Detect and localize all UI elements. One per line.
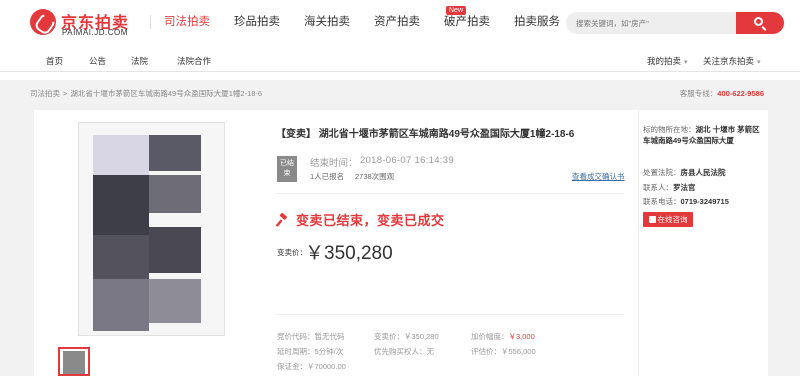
sale-price-detail-label: 变卖价：: [374, 332, 404, 341]
subnav-court-cooperation[interactable]: 法院合作: [177, 50, 211, 72]
follow-label: 关注京东拍卖: [703, 56, 755, 66]
property-photo-main[interactable]: [78, 122, 225, 336]
ended-badge-line2: 束: [283, 170, 291, 177]
nav-auction-service[interactable]: 拍卖服务: [502, 0, 572, 44]
appraisal-price-label: 评估价：: [471, 347, 501, 356]
extension-period-value: 5分钟/次: [314, 347, 344, 356]
nav-customs-auction[interactable]: 海关拍卖: [292, 0, 362, 44]
search-button[interactable]: [736, 12, 784, 34]
bid-code-label: 竞价代码：: [277, 332, 315, 341]
subnav-notice[interactable]: 公告: [89, 50, 106, 72]
breadcrumb-separator: >: [63, 89, 68, 98]
hotline-label: 客服专线：: [679, 89, 718, 98]
main-nav: 司法拍卖 珍品拍卖 海关拍卖 资产拍卖 破产拍卖 New 拍卖服务: [152, 0, 572, 44]
sale-price: ￥350,280: [305, 243, 393, 264]
ended-badge: 已结 束: [277, 156, 297, 182]
appraisal-price-value: ￥556,000: [501, 347, 536, 356]
nav-asset-auction[interactable]: 资产拍卖: [362, 0, 432, 44]
photo-tile: [149, 279, 201, 323]
nav-judicial-auction[interactable]: 司法拍卖: [152, 0, 222, 44]
priority-buyer-value: 无: [426, 347, 435, 356]
top-bar: 京东拍卖 PAIMAI.JD.COM 司法拍卖 珍品拍卖 海关拍卖 资产拍卖 破…: [0, 0, 800, 44]
service-hotline: 客服专线：400-622-9586: [680, 88, 764, 99]
bid-increment-label: 加价幅度：: [471, 332, 509, 341]
sale-price-label: 变卖价：: [277, 248, 307, 257]
sale-price-detail-value: ￥350,280: [404, 332, 439, 341]
thumbnail-image: [63, 351, 85, 374]
photo-tile: [149, 135, 201, 171]
location-label: 标的物所在地：: [643, 125, 696, 134]
court-name[interactable]: 房县人民法院: [681, 168, 726, 177]
nav-bankruptcy-auction[interactable]: 破产拍卖 New: [432, 0, 502, 44]
jd-logo-icon: [30, 9, 56, 35]
bid-increment-value: ￥3,000: [508, 332, 535, 341]
priority-buyer: 优先购买权人：无: [374, 346, 434, 357]
contact-person: 联系人：罗法官: [643, 182, 696, 193]
online-consult-label: 在线咨询: [657, 215, 688, 224]
appraisal-price: 评估价：￥556,000: [471, 346, 536, 357]
follow-jd-auction-menu[interactable]: 关注京东拍卖 ▾: [703, 50, 761, 74]
chevron-down-icon: ▾: [757, 59, 761, 66]
my-auction-menu[interactable]: 我的拍卖 ▾: [647, 50, 688, 74]
breadcrumb-item[interactable]: 司法拍卖: [30, 89, 60, 98]
bid-code-value: 暂无代码: [314, 332, 345, 341]
nav-divider: [150, 15, 151, 29]
court: 处置法院：房县人民法院: [643, 167, 726, 178]
court-label: 处置法院：: [643, 168, 681, 177]
my-auction-label: 我的拍卖: [647, 56, 682, 66]
divider: [276, 193, 624, 194]
deposit-label: 保证金：: [277, 362, 307, 371]
logo-domain: PAIMAI.JD.COM: [62, 28, 128, 37]
transaction-confirmation-link[interactable]: 查看成交确认书: [572, 171, 625, 182]
chevron-down-icon: ▾: [684, 59, 688, 66]
new-badge: New: [446, 6, 467, 15]
breadcrumb: 司法拍卖 > 湖北省十堰市茅箭区车城南路49号众盈国际大厦1幢2-18-6: [30, 88, 262, 99]
search-input[interactable]: [576, 12, 726, 34]
logo[interactable]: 京东拍卖 PAIMAI.JD.COM: [30, 7, 140, 39]
divider: [276, 314, 624, 315]
deposit: 保证金：￥70000.00: [277, 361, 346, 372]
location: 标的物所在地：湖北 十堰市 茅箭区 车城南路49号众盈国际大厦: [643, 124, 767, 146]
hotline-number: 400-622-9586: [717, 89, 764, 98]
listing-title: 【变卖】 湖北省十堰市茅箭区车城南路49号众盈国际大厦1幢2-18-6: [276, 129, 575, 140]
sub-nav: 首页 公告 法院 法院合作 我的拍卖 ▾ 关注京东拍卖 ▾: [0, 50, 800, 72]
contact-name: 罗法官: [673, 183, 696, 192]
photo-tile: [93, 279, 149, 331]
phone-label: 联系电话：: [643, 197, 681, 206]
chat-icon: [648, 216, 656, 223]
contact-phone: 联系电话：0719-3249715: [643, 196, 729, 207]
deposit-value: ￥70000.00: [307, 362, 346, 371]
photo-tile: [149, 227, 201, 273]
auction-status: 变卖已结束，变卖已成交: [296, 213, 445, 228]
subnav-court[interactable]: 法院: [131, 50, 148, 72]
extension-period-label: 延时周期：: [277, 347, 315, 356]
contact-label: 联系人：: [643, 183, 673, 192]
nav-treasure-auction[interactable]: 珍品拍卖: [222, 0, 292, 44]
phone-number: 0719-3249715: [680, 197, 729, 206]
photo-tile: [93, 235, 149, 279]
bidder-count: 1人已报名: [310, 172, 345, 181]
ended-badge-line1: 已结: [280, 160, 294, 167]
subnav-home[interactable]: 首页: [46, 50, 63, 72]
gavel-icon: [276, 213, 287, 227]
view-count: 2738次围观: [355, 172, 395, 181]
sale-price-detail: 变卖价：￥350,280: [374, 331, 439, 342]
search-box: [566, 12, 784, 34]
bid-code: 竞价代码：暂无代码: [277, 331, 345, 342]
end-time-label: 结束时间：: [310, 158, 358, 169]
extension-period: 延时周期：5分钟/次: [277, 346, 343, 357]
breadcrumb-current: 湖北省十堰市茅箭区车城南路49号众盈国际大厦1幢2-18-6: [70, 89, 263, 98]
photo-tile: [93, 175, 149, 235]
photo-tile: [149, 175, 201, 213]
nav-bankruptcy-label: 破产拍卖: [444, 16, 490, 28]
online-consult-button[interactable]: 在线咨询: [643, 212, 693, 227]
seller-panel: [638, 110, 768, 376]
search-icon: [754, 17, 763, 26]
priority-buyer-label: 优先购买权人：: [374, 347, 427, 356]
photo-thumbnail[interactable]: [58, 347, 90, 376]
end-time: 2018-06-07 16:14:39: [360, 155, 454, 166]
bid-increment: 加价幅度：￥3,000: [471, 331, 535, 342]
